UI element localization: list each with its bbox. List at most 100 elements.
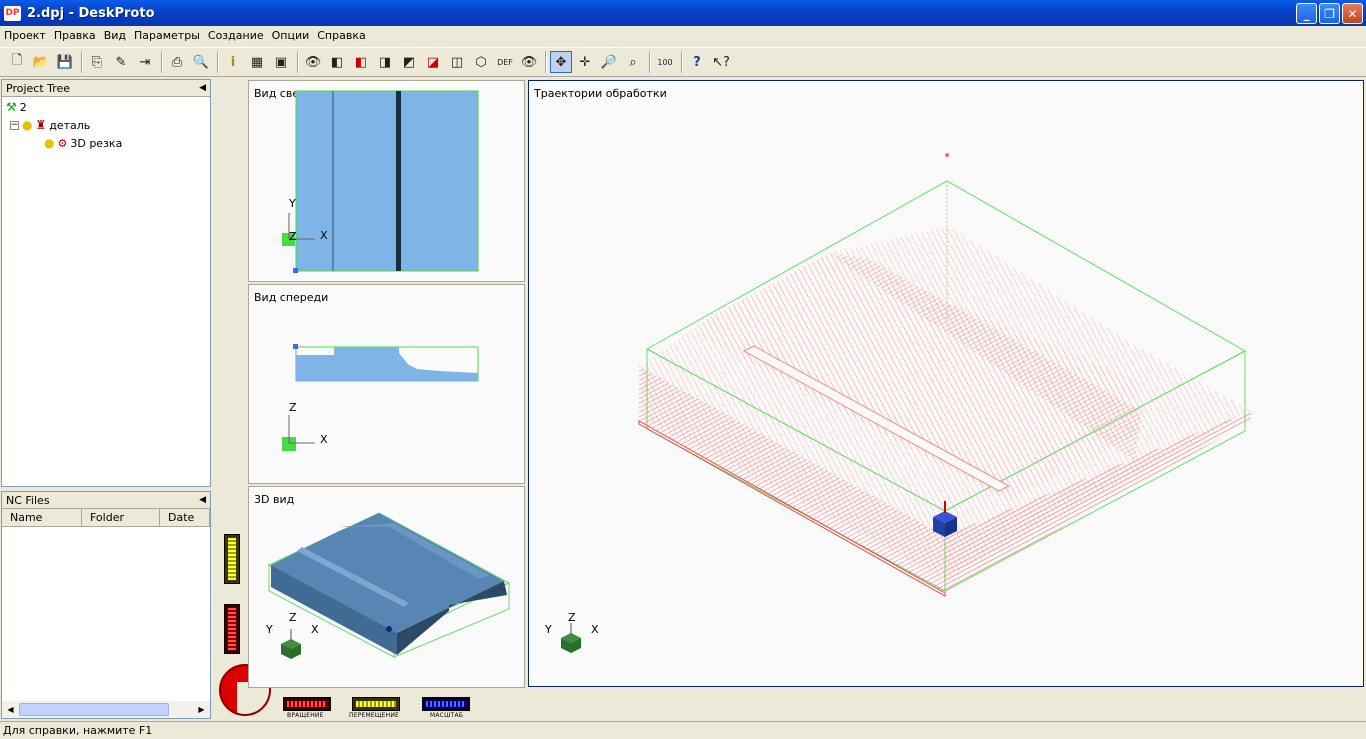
axis-z-label: Z <box>289 230 297 243</box>
project-icon: ⚒ <box>6 100 17 114</box>
minimize-button[interactable]: _ <box>1296 3 1317 24</box>
project-tree-header: Project Tree <box>6 81 71 95</box>
menu-create[interactable]: Создание <box>204 29 268 42</box>
axis-z-label: Z <box>289 611 297 624</box>
zoom-100-icon[interactable]: 100 <box>654 51 676 73</box>
operation-icon: ⚙ <box>57 136 68 150</box>
front-view-canvas <box>282 344 479 451</box>
view-iso-icon[interactable]: ⬡ <box>470 51 492 73</box>
pan-wheel-horizontal[interactable] <box>352 697 400 711</box>
nc-files-header: NC Files <box>6 493 50 507</box>
zoom-in-icon[interactable]: 🔎 <box>598 51 620 73</box>
zoom-label: МАСШТАБ <box>430 712 464 719</box>
rotate-icon[interactable]: ✥ <box>550 51 572 73</box>
pan-label: ПЕРЕМЕЩЕНИЕ <box>349 712 400 719</box>
tree-part-label: деталь <box>49 118 91 132</box>
view-back-icon[interactable]: ◫ <box>446 51 468 73</box>
front-view-panel[interactable]: Вид спереди Z X <box>248 284 525 484</box>
print-icon[interactable]: ⎙ <box>166 51 188 73</box>
top-view-canvas <box>282 90 479 273</box>
expand-minus-icon[interactable]: − <box>10 120 19 130</box>
edit-part-icon[interactable]: ✎ <box>110 51 132 73</box>
project-tree-panel: Project Tree ◀ ⚒ 2 − ● ♜ деталь ● ⚙ 3D р… <box>1 79 211 487</box>
column-folder[interactable]: Folder <box>82 509 160 526</box>
status-text: Для справки, нажмите F1 <box>3 724 153 737</box>
nc-files-panel: NC Files ◀ Name Folder Date ◀ ▶ <box>1 491 211 719</box>
zoom-wheel-horizontal[interactable] <box>422 697 470 711</box>
menu-edit[interactable]: Правка <box>50 29 100 42</box>
axis-z-label: Z <box>289 401 297 414</box>
axis-y-label: Y <box>266 623 273 636</box>
menu-parameters[interactable]: Параметры <box>130 29 204 42</box>
rotate-wheel-vertical[interactable] <box>224 604 240 654</box>
toolbar-separator <box>161 51 163 73</box>
toolbar: 🗋 📂 💾 ⎘ ✎ ⇥ ⎙ 🔍 i ▦ ▣ 👁 ◧ ◧ ◨ ◩ ◪ ◫ ⬡ DE… <box>0 47 1366 77</box>
restore-button[interactable]: ❐ <box>1319 3 1340 24</box>
import-part-icon[interactable]: ⎘ <box>86 51 108 73</box>
zoom-window-icon[interactable]: ⌕ <box>622 51 644 73</box>
title-bar: DP 2.dpj - DeskProto _ ❐ ✕ <box>0 0 1366 26</box>
axis-x-label: X <box>320 229 328 242</box>
context-help-icon[interactable]: ↖? <box>710 51 732 73</box>
toolbar-separator <box>297 51 299 73</box>
new-file-icon[interactable]: 🗋 <box>6 51 28 73</box>
rotate-label: ВРАЩЕНИЕ <box>287 712 324 719</box>
print-preview-icon[interactable]: 🔍 <box>190 51 212 73</box>
collapse-arrow-icon[interactable]: ◀ <box>199 83 206 93</box>
tree-operation[interactable]: ● ⚙ 3D резка <box>44 136 122 150</box>
toolbar-separator <box>545 51 547 73</box>
horizontal-scrollbar[interactable]: ◀ ▶ <box>2 701 210 718</box>
grid-icon[interactable]: ▦ <box>246 51 268 73</box>
scroll-left-icon[interactable]: ◀ <box>2 701 19 718</box>
column-name[interactable]: Name <box>2 509 82 526</box>
app-icon: DP <box>4 5 21 21</box>
column-date[interactable]: Date <box>160 509 210 526</box>
view-left-icon[interactable]: ◩ <box>398 51 420 73</box>
axis-y-label: Y <box>545 623 552 636</box>
menu-help[interactable]: Справка <box>313 29 369 42</box>
toolpath-view-panel[interactable]: Траектории обработки Y Z X <box>528 80 1364 687</box>
toolbar-separator <box>681 51 683 73</box>
tree-part[interactable]: − ● ♜ деталь <box>10 118 90 132</box>
iso-view-panel[interactable]: 3D вид Y Z X <box>248 486 525 688</box>
info-icon[interactable]: i <box>222 51 244 73</box>
toolbar-separator <box>217 51 219 73</box>
menu-bar: Проект Правка Вид Параметры Создание Опц… <box>0 26 1366 45</box>
scroll-right-icon[interactable]: ▶ <box>193 701 210 718</box>
view-front-icon[interactable]: ◧ <box>350 51 372 73</box>
rotate-wheel-horizontal[interactable] <box>283 697 331 711</box>
axis-z-label: Z <box>568 611 576 624</box>
menu-options[interactable]: Опции <box>268 29 314 42</box>
menu-project[interactable]: Проект <box>0 29 50 42</box>
tree-root[interactable]: ⚒ 2 <box>6 100 27 114</box>
layout-icon[interactable]: ▣ <box>270 51 292 73</box>
close-button[interactable]: ✕ <box>1342 3 1363 24</box>
collapse-arrow-icon[interactable]: ◀ <box>199 495 206 505</box>
write-nc-icon[interactable]: ⇥ <box>134 51 156 73</box>
bulb-icon: ● <box>44 136 55 150</box>
view-top-icon[interactable]: ◨ <box>374 51 396 73</box>
visibility-icon[interactable]: 👁 <box>518 51 540 73</box>
view-right-icon[interactable]: ◪ <box>422 51 444 73</box>
scroll-thumb[interactable] <box>19 703 169 716</box>
axis-y-label: Y <box>289 197 296 210</box>
axis-x-label: X <box>320 433 328 446</box>
toolpath-canvas <box>638 153 1251 597</box>
bulb-icon: ● <box>22 118 33 132</box>
open-folder-icon[interactable]: 📂 <box>30 51 52 73</box>
pan-icon[interactable]: ✛ <box>574 51 596 73</box>
window-title: 2.dpj - DeskProto <box>27 5 155 21</box>
help-icon[interactable]: ? <box>686 51 708 73</box>
top-view-panel[interactable]: Вид сверху Y Z X <box>248 80 525 282</box>
view-cube-icon[interactable]: ◧ <box>326 51 348 73</box>
axis-x-label: X <box>591 623 599 636</box>
toolbar-separator <box>649 51 651 73</box>
eye-icon[interactable]: 👁 <box>302 51 324 73</box>
save-icon[interactable]: 💾 <box>54 51 76 73</box>
def-view-icon[interactable]: DEF <box>494 51 516 73</box>
status-bar: Для справки, нажмите F1 <box>0 721 1366 739</box>
zoom-wheel-vertical[interactable] <box>224 534 240 584</box>
tree-operation-label: 3D резка <box>70 136 123 150</box>
menu-view[interactable]: Вид <box>100 29 130 42</box>
axis-cube-icon <box>561 623 581 653</box>
